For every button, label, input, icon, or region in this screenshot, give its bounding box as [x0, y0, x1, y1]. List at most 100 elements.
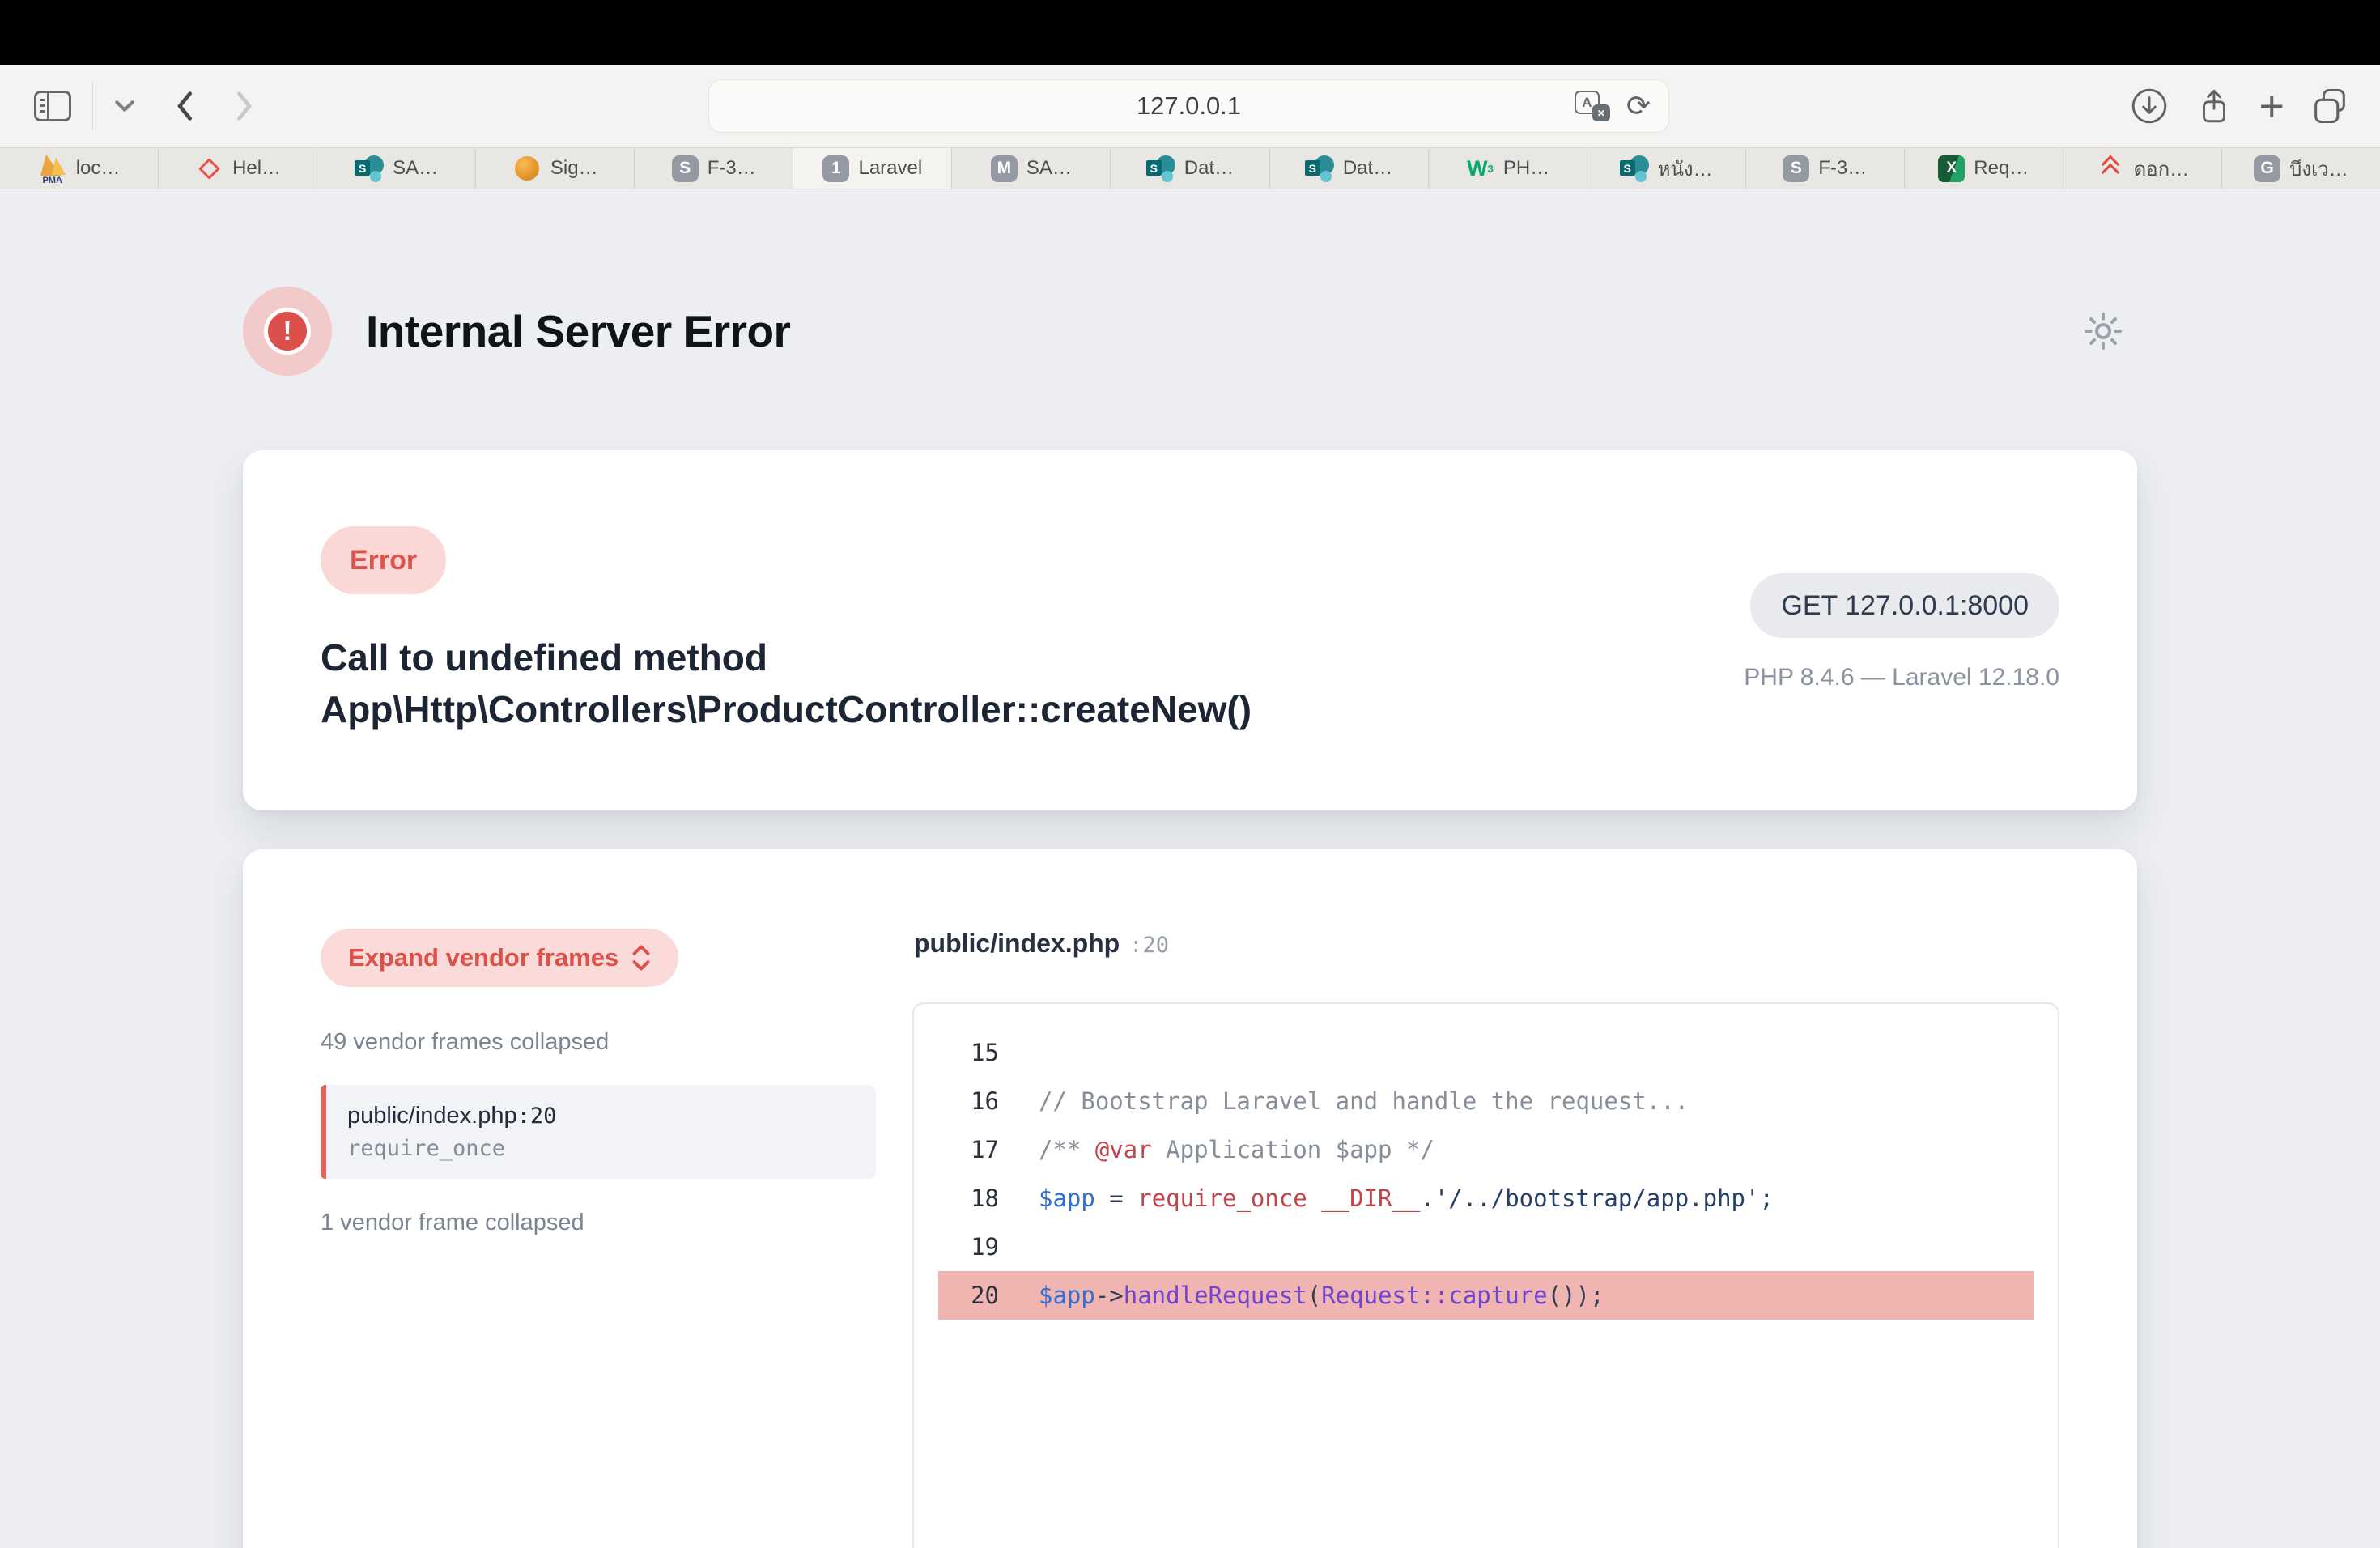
trace-frames-panel: Expand vendor frames 49 vendor frames co…	[321, 929, 876, 1236]
summary-left: Error Call to undefined method App\Http\…	[321, 526, 1632, 810]
code-file-name: public/index.php	[914, 929, 1120, 959]
url-field-icons: ⟳	[1575, 80, 1651, 132]
code-line-15: 15	[938, 1028, 2034, 1077]
tab-overview-button[interactable]	[2309, 85, 2351, 127]
code-text: $app->handleRequest(Request::capture());	[1039, 1282, 1604, 1309]
excel-favicon-icon: X	[1938, 155, 1965, 182]
stack-trace-card: Expand vendor frames 49 vendor frames co…	[243, 849, 2137, 1548]
letter-S-favicon-icon: S	[1783, 155, 1809, 182]
expand-vendor-frames-button[interactable]: Expand vendor frames	[321, 929, 678, 987]
error-status-icon: !	[243, 287, 332, 376]
page-title: Internal Server Error	[366, 305, 790, 357]
tab-label: Sig…	[550, 157, 598, 180]
tab-label: loc…	[76, 157, 121, 180]
browser-tab[interactable]: G บึงเว…	[2222, 148, 2380, 189]
code-line-18: 18 $app = require_once __DIR__.'/../boots…	[938, 1174, 2034, 1223]
browser-tab[interactable]: Sหนัง…	[1587, 148, 1746, 189]
code-preview-panel: public/index.php :20 15 16 // Bootstrap La…	[912, 929, 2059, 1548]
tab-bar: PMAloc…Hel…SSA…Sig…SF-3…1LaravelMSA…SDat…	[0, 147, 2380, 189]
frame-file: public/index.php	[347, 1103, 517, 1129]
letter-S-favicon-icon: S	[672, 155, 699, 182]
tab-label: ดอก…	[2134, 153, 2190, 185]
browser-tab[interactable]: SSA…	[317, 148, 476, 189]
tab-label: Hel…	[232, 157, 281, 180]
toolbar-divider	[92, 83, 93, 130]
chevron-down-icon	[114, 100, 135, 113]
tab-label: บึงเว…	[2289, 153, 2348, 185]
browser-tab[interactable]: SDat…	[1270, 148, 1429, 189]
browser-tab[interactable]: W3 PH…	[1429, 148, 1587, 189]
back-arrow-icon	[174, 88, 197, 124]
tab-label: F-3…	[1818, 157, 1867, 180]
error-summary-card: Error Call to undefined method App\Http\…	[243, 450, 2137, 810]
line-number: 16	[938, 1087, 999, 1115]
browser-toolbar: 127.0.0.1 ⟳ +	[0, 65, 2380, 147]
w3schools-favicon-icon: W3	[1465, 155, 1494, 182]
tab-label: Dat…	[1343, 157, 1392, 180]
url-text: 127.0.0.1	[1137, 91, 1241, 121]
expand-vendor-frames-label: Expand vendor frames	[348, 943, 618, 972]
code-line-16: 16 // Bootstrap Laravel and handle the re…	[938, 1077, 2034, 1125]
line-number: 19	[938, 1233, 999, 1261]
browser-tab[interactable]: 1Laravel	[793, 148, 952, 189]
tab-label: Req…	[1974, 157, 2029, 180]
toolbar-left-group	[34, 83, 255, 130]
share-button[interactable]	[2194, 86, 2234, 126]
browser-tab[interactable]: SDat…	[1111, 148, 1269, 189]
page: ! Internal Server Error	[0, 189, 2380, 1548]
browser-tab[interactable]: Hel…	[159, 148, 317, 189]
url-field[interactable]: 127.0.0.1 ⟳	[708, 79, 1669, 133]
tab-group-chevron-button[interactable]	[114, 100, 135, 113]
downloads-button[interactable]	[2129, 86, 2170, 126]
tab-label: หนัง…	[1658, 153, 1713, 185]
code-text: // Bootstrap Laravel and handle the requ…	[1039, 1087, 1689, 1115]
browser-tab[interactable]: S F-3…	[635, 148, 793, 189]
new-tab-button[interactable]: +	[2259, 84, 2284, 128]
page-header: ! Internal Server Error	[243, 287, 2137, 376]
line-number: 18	[938, 1184, 999, 1212]
sidebar-toggle-button[interactable]	[34, 91, 71, 121]
browser-tab[interactable]: Sig…	[476, 148, 635, 189]
forward-arrow-icon	[232, 88, 255, 124]
frame-call: require_once	[347, 1136, 855, 1161]
browser-tab[interactable]: S F-3…	[1746, 148, 1905, 189]
plus-icon: +	[2259, 84, 2284, 128]
browser-tab[interactable]: MSA…	[952, 148, 1111, 189]
sharepoint-favicon-icon: S	[1146, 155, 1175, 182]
code-line-ref: :20	[1129, 933, 1169, 958]
request-method-pill: GET 127.0.0.1:8000	[1750, 573, 2059, 638]
red-chevrons-favicon-icon	[2096, 155, 2125, 182]
browser-tab[interactable]: X Req…	[1905, 148, 2063, 189]
browser-tab[interactable]: ดอก…	[2063, 148, 2222, 189]
error-badge: Error	[321, 526, 446, 594]
code-file-header: public/index.php :20	[912, 929, 2059, 959]
forward-button[interactable]	[232, 88, 255, 124]
vendor-frames-collapsed-top: 49 vendor frames collapsed	[321, 1029, 876, 1056]
tab-label: SA…	[393, 157, 438, 180]
toolbar-right-group: +	[2129, 65, 2351, 147]
frame-line-number: :20	[517, 1104, 557, 1129]
menu-bar	[0, 0, 2380, 65]
tab-label: SA…	[1026, 157, 1072, 180]
expand-chevrons-icon	[631, 944, 651, 972]
tab-label: F-3…	[708, 157, 756, 180]
code-text: /** @var Application $app */	[1039, 1136, 1434, 1163]
browser-tab[interactable]: PMAloc…	[0, 148, 159, 189]
back-button[interactable]	[174, 88, 197, 124]
code-lines: 15 16 // Bootstrap Laravel and handle the …	[914, 1028, 2058, 1320]
translate-icon[interactable]	[1575, 89, 1610, 123]
error-message: Call to undefined method App\Http\Contro…	[321, 632, 1632, 736]
letter-G-favicon-icon: G	[2254, 155, 2280, 182]
reload-button[interactable]: ⟳	[1626, 89, 1651, 123]
sun-icon	[2080, 308, 2126, 354]
code-text: $app = require_once __DIR__.'/../bootstr…	[1039, 1184, 1774, 1212]
theme-toggle-button[interactable]	[2080, 308, 2126, 354]
stack-frame-item[interactable]: public/index.php:20 require_once	[321, 1085, 876, 1179]
exclamation-icon: !	[264, 308, 311, 355]
vendor-frames-collapsed-bottom: 1 vendor frame collapsed	[321, 1210, 876, 1236]
frame-file-line: public/index.php:20	[347, 1103, 855, 1129]
code-line-17: 17/** @var Application $app */	[938, 1125, 2034, 1174]
sidebar-icon	[34, 91, 71, 121]
tab-label: PH…	[1503, 157, 1549, 180]
summary-right: GET 127.0.0.1:8000 PHP 8.4.6 — Laravel 1…	[1744, 573, 2059, 810]
